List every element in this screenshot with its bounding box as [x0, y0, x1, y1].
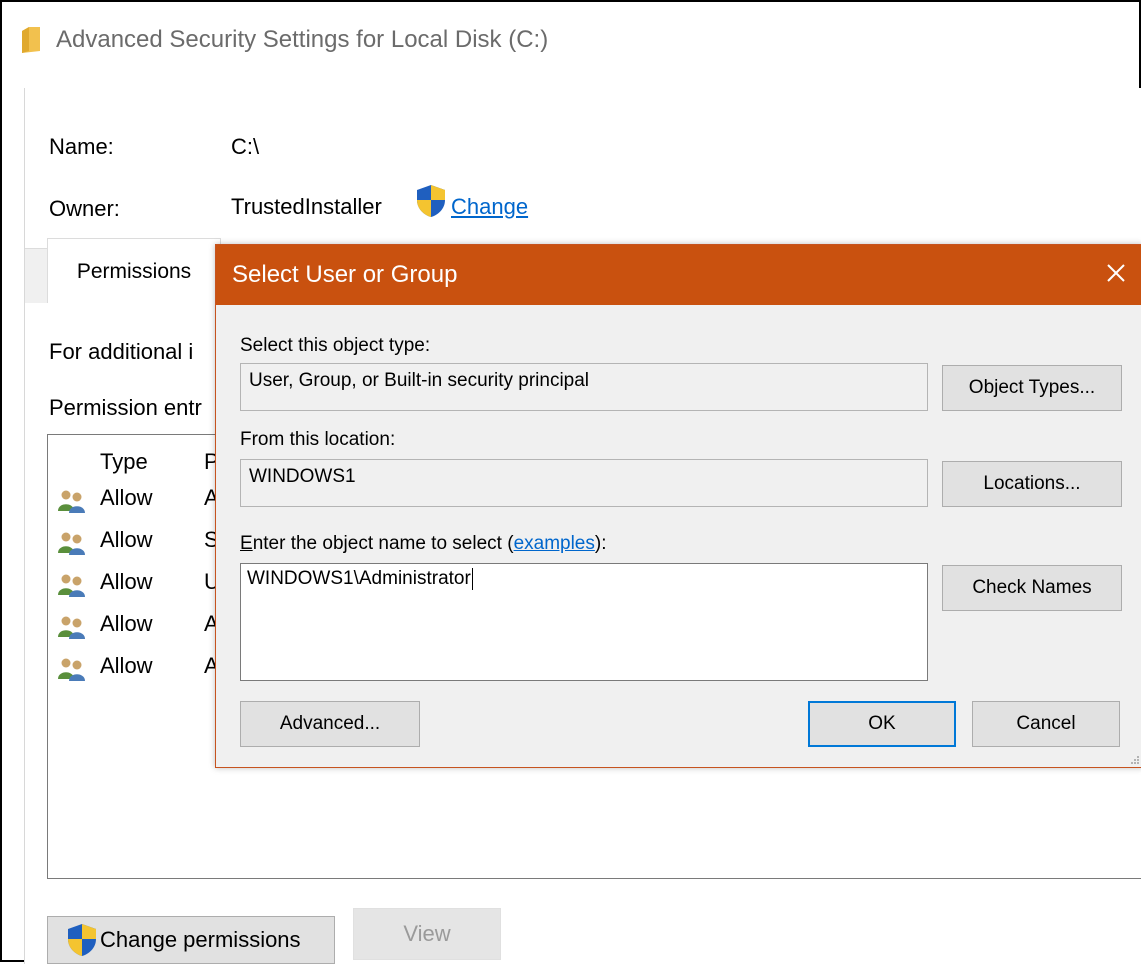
name-label: Name: — [49, 134, 114, 159]
entry-type: Allow — [100, 569, 153, 594]
folder-icon — [22, 27, 40, 53]
view-button[interactable]: View — [353, 908, 501, 960]
window-title-bar: Advanced Security Settings for Local Dis… — [20, 20, 548, 60]
entry-type: Allow — [100, 527, 153, 552]
dialog-title-bar[interactable]: Select User or Group — [216, 245, 1141, 305]
window-frame: Advanced Security Settings for Local Dis… — [0, 0, 1141, 964]
close-icon[interactable] — [1100, 257, 1132, 289]
owner-value: TrustedInstaller — [231, 194, 382, 219]
users-icon — [58, 616, 85, 639]
object-type-label: Select this object type: — [240, 335, 431, 356]
entry-type: Allow — [100, 653, 153, 678]
entry-type: Allow — [100, 485, 153, 510]
permission-entries-text: Permission entr — [49, 395, 202, 420]
entry-type: Allow — [100, 611, 153, 636]
change-permissions-button[interactable]: Change permissions — [47, 916, 335, 964]
column-header-type[interactable]: Type — [100, 449, 148, 475]
select-user-or-group-dialog: Select User or Group Select this object … — [215, 244, 1141, 768]
tab-permissions[interactable]: Permissions — [47, 238, 221, 305]
info-area: Name: C:\ Owner: TrustedInstaller Change — [25, 88, 1141, 249]
uac-shield-icon — [417, 185, 445, 217]
users-icon — [58, 490, 85, 513]
locations-button[interactable]: Locations... — [942, 461, 1122, 507]
object-type-field: User, Group, or Built-in security princi… — [240, 363, 928, 411]
object-types-button[interactable]: Object Types... — [942, 365, 1122, 411]
text-caret — [471, 568, 473, 590]
uac-shield-icon — [68, 924, 96, 956]
name-value: C:\ — [231, 134, 260, 159]
advanced-button[interactable]: Advanced... — [240, 701, 420, 747]
object-name-input[interactable]: WINDOWS1\Administrator — [240, 563, 928, 681]
location-label: From this location: — [240, 429, 396, 450]
enter-name-access-key: E — [240, 533, 253, 554]
additional-info-text: For additional i — [49, 339, 194, 364]
enter-name-label: Enter the object name to select (example… — [240, 533, 607, 555]
change-permissions-label: Change permissions — [100, 927, 301, 952]
change-owner-link[interactable]: Change — [451, 194, 528, 220]
enter-name-label-text: nter the object name to select ( — [252, 533, 514, 554]
ok-button[interactable]: OK — [808, 701, 956, 747]
dialog-title: Select User or Group — [232, 261, 458, 288]
window-title: Advanced Security Settings for Local Dis… — [56, 26, 549, 53]
resize-grip-icon[interactable] — [1130, 755, 1140, 765]
users-icon — [58, 658, 85, 681]
users-icon — [58, 574, 85, 597]
object-name-value: WINDOWS1\Administrator — [247, 568, 471, 590]
location-field: WINDOWS1 — [240, 459, 928, 507]
check-names-button[interactable]: Check Names — [942, 565, 1122, 611]
owner-label: Owner: — [49, 196, 120, 221]
examples-link[interactable]: examples — [514, 533, 595, 554]
cancel-button[interactable]: Cancel — [972, 701, 1120, 747]
enter-name-label-suffix: ): — [594, 533, 607, 554]
users-icon — [58, 532, 85, 555]
